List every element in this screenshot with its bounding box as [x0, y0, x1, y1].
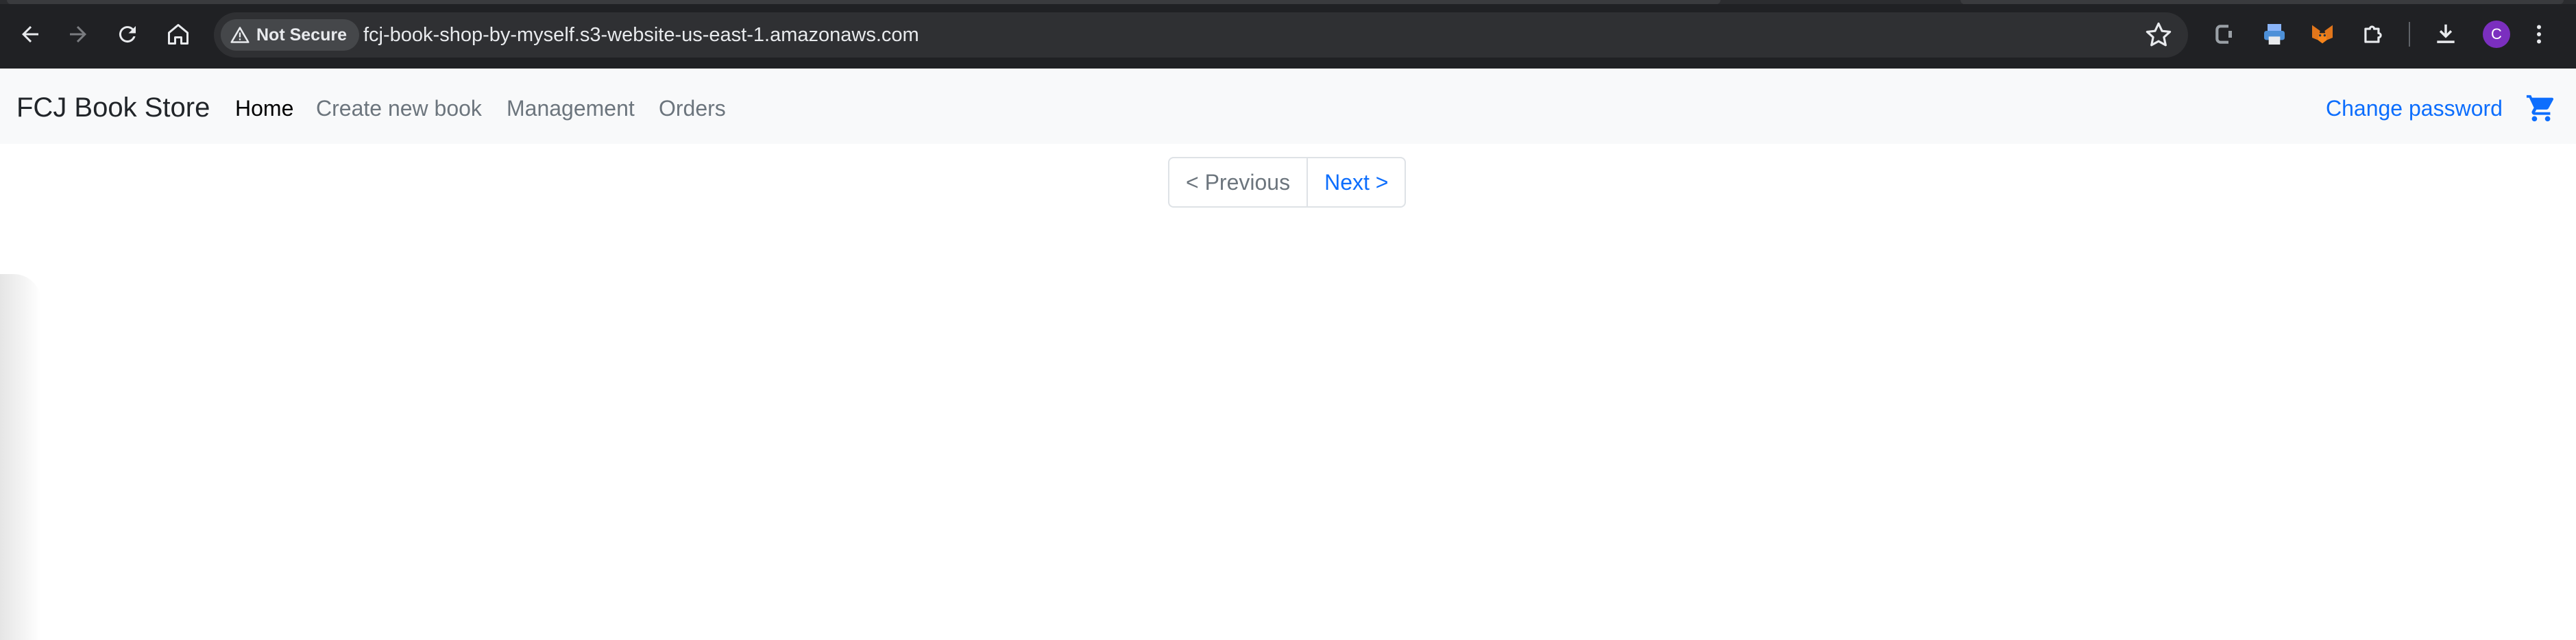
- site-navbar: FCJ Book Store Home Create new book Mana…: [0, 69, 2576, 144]
- nav-link-management[interactable]: Management: [507, 95, 635, 122]
- url-text[interactable]: fcj-book-shop-by-myself.s3-website-us-ea…: [363, 23, 919, 47]
- home-icon: [168, 24, 189, 45]
- download-icon[interactable]: [2431, 19, 2461, 49]
- star-icon[interactable]: [2144, 21, 2173, 49]
- nav-link-orders[interactable]: Orders: [659, 95, 726, 122]
- puzzle-icon[interactable]: [2358, 19, 2388, 49]
- metamask-fox-icon[interactable]: [2307, 19, 2337, 49]
- cart-icon[interactable]: [2525, 93, 2557, 124]
- pagination: < Previous Next >: [1168, 157, 1407, 208]
- change-password-link[interactable]: Change password: [2326, 95, 2503, 122]
- printer-icon[interactable]: [2259, 19, 2289, 49]
- kebab-menu-icon[interactable]: [2524, 19, 2554, 49]
- reload-icon: [119, 26, 136, 43]
- security-label: Not Secure: [256, 25, 347, 45]
- nav-link-create-new-book[interactable]: Create new book: [316, 95, 482, 122]
- tab-strip: [0, 0, 2576, 4]
- nav-link-home[interactable]: Home: [235, 95, 293, 122]
- next-page-button[interactable]: Next >: [1308, 158, 1405, 206]
- previous-page-button[interactable]: < Previous: [1169, 158, 1309, 206]
- forward-button[interactable]: [62, 18, 95, 51]
- avatar[interactable]: C: [2483, 21, 2510, 48]
- brand-logo-text[interactable]: FCJ Book Store: [16, 92, 210, 123]
- back-button[interactable]: [14, 18, 47, 51]
- forward-icon: [70, 26, 86, 42]
- browser-toolbar: Not Secure fcj-book-shop-by-myself.s3-we…: [0, 0, 2576, 69]
- back-icon: [22, 26, 38, 42]
- toolbar-divider: [2409, 22, 2410, 47]
- home-button[interactable]: [162, 18, 195, 51]
- reload-button[interactable]: [111, 18, 144, 51]
- warning-icon: [230, 27, 250, 43]
- address-bar[interactable]: Not Secure fcj-book-shop-by-myself.s3-we…: [214, 12, 2188, 58]
- tab-inactive[interactable]: [1960, 0, 2564, 4]
- extension-c-icon[interactable]: [2210, 19, 2240, 49]
- security-chip[interactable]: Not Secure: [221, 19, 359, 51]
- tab-active[interactable]: [7, 0, 1721, 4]
- window-edge-shadow: [0, 274, 41, 640]
